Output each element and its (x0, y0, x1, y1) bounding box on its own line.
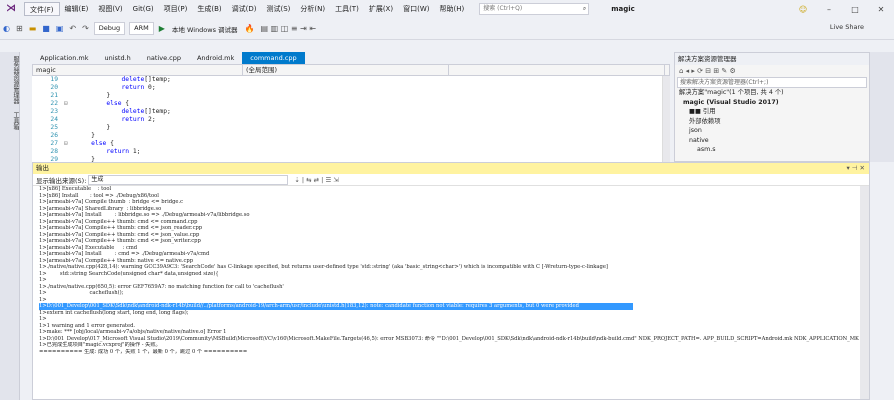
code-line: 25 } (50, 124, 111, 131)
output-pane: 输出 ▾ ⊣ ✕ 显示输出来源(S): 生成 ⇣ | ⇆ ⇄ | ☰ ⇲ 1>[x… (32, 162, 870, 400)
output-line: ========== 生成: 成功 0 个，失败 1 个，最新 0 个，跳过 0… (39, 348, 248, 355)
search-input[interactable]: 搜索 (Ctrl+Q) ⌕ (479, 3, 590, 15)
output-toolbar: 显示输出来源(S): 生成 ⇣ | ⇆ ⇄ | ☰ ⇲ (33, 174, 869, 186)
save-all-icon[interactable]: ▣ (53, 24, 67, 33)
menu-help[interactable]: 帮助(H) (434, 2, 469, 16)
menu-project[interactable]: 项目(P) (159, 2, 193, 16)
search-icon: ⌕ (582, 5, 587, 12)
toolbar: ◐ ⊞ ▬ ■ ▣ ↶ ↷ Debug ARM ▶ 本地 Windows 调试器… (0, 18, 894, 40)
redo-icon[interactable]: ↷ (79, 24, 92, 33)
menu-extensions[interactable]: 扩展(X) (364, 2, 398, 16)
toolbar-icon-group[interactable]: ▤ ▥ ◫ ≡ ⇥ ⇤ (258, 24, 320, 33)
save-icon[interactable]: ■ (39, 24, 53, 33)
menu-tools[interactable]: 工具(T) (330, 2, 364, 16)
tree-item-json[interactable]: json (675, 126, 869, 136)
server-explorer-tab[interactable]: 服务器资源管理器 (0, 52, 20, 108)
menu-build[interactable]: 生成(B) (192, 2, 226, 16)
configuration-select[interactable]: Debug (93, 22, 126, 35)
toolbox-tab[interactable]: 工具箱 (0, 108, 20, 134)
output-toolbar-icons[interactable]: ⇣ | ⇆ ⇄ | ☰ ⇲ (288, 176, 338, 184)
live-share-button[interactable]: Live Share (830, 23, 864, 31)
window-controls: ☺ – □ ✕ (790, 0, 894, 18)
code-editor[interactable]: 19 delete[]temp; 20 return 0; 21 } 22 ⊟ e… (32, 76, 662, 162)
close-button[interactable]: ✕ (868, 5, 894, 14)
maximize-button[interactable]: □ (842, 5, 868, 14)
menu-analyze[interactable]: 分析(N) (295, 2, 330, 16)
tree-item-solution[interactable]: 解决方案"magic"(1 个项目, 共 4 个) (675, 88, 869, 98)
code-line: 22 ⊟ else { (50, 100, 130, 107)
output-title: 输出 ▾ ⊣ ✕ (33, 163, 869, 174)
tab-android-mk[interactable]: Android.mk (189, 52, 242, 64)
solution-explorer-title: 解决方案资源管理器 (675, 53, 869, 65)
code-line: 23 delete[]temp; (50, 108, 171, 115)
output-source-select[interactable]: 生成 (88, 174, 289, 185)
editor-navigation-bar: magic (全局范围) (32, 64, 670, 76)
start-debugging-icon[interactable]: ▶ (156, 24, 168, 33)
visual-studio-logo-icon: ⋊ (6, 3, 16, 14)
tab-command-cpp[interactable]: command.cpp (242, 52, 305, 64)
menu-git[interactable]: Git(G) (128, 2, 159, 16)
menu-file[interactable]: 文件(F) (24, 2, 60, 16)
project-dropdown[interactable]: magic (33, 65, 243, 75)
output-source-label: 显示输出来源(S): (36, 176, 87, 185)
undo-icon[interactable]: ↶ (66, 24, 79, 33)
solution-name: magic (611, 5, 635, 13)
member-dropdown[interactable] (449, 65, 665, 75)
menu-edit[interactable]: 编辑(E) (60, 2, 94, 16)
minimize-button[interactable]: – (816, 5, 842, 14)
code-line: 20 return 0; (50, 84, 156, 91)
new-project-icon[interactable]: ⊞ (13, 24, 26, 33)
menu-view[interactable]: 视图(V) (93, 2, 127, 16)
code-line: 26 } (50, 132, 95, 139)
editor-scrollbar[interactable] (662, 76, 670, 162)
tree-item-references[interactable]: ■■ 引用 (675, 107, 869, 117)
right-tool-strip (870, 52, 894, 162)
menu-test[interactable]: 测试(S) (261, 2, 295, 16)
tree-item-project[interactable]: magic (Visual Studio 2017) (675, 98, 869, 108)
code-line: 24 return 2; (50, 116, 156, 123)
back-icon[interactable]: ◐ (0, 24, 13, 33)
tab-unistd-h[interactable]: unistd.h (96, 52, 138, 64)
menu-bar: ⋊ 文件(F) 编辑(E) 视图(V) Git(G) 项目(P) 生成(B) 调… (0, 0, 894, 18)
menu-window[interactable]: 窗口(W) (398, 2, 434, 16)
editor-tabs: Application.mk unistd.h native.cpp Andro… (32, 52, 662, 64)
code-line: 19 delete[]temp; (50, 76, 171, 83)
solution-explorer-toolbar[interactable]: ⌂ ◂ ▸ ⟳ ⊟ ⊞ ✎ ⚙ (675, 65, 869, 77)
scope-dropdown[interactable]: (全局范围) (243, 65, 449, 75)
output-line: 1>D:\001_Develop\017_Microsoft Visual St… (39, 335, 859, 342)
tree-item-external-deps[interactable]: 外部依赖项 (675, 117, 869, 127)
solution-search-input[interactable]: 搜索解决方案资源管理器(Ctrl+;) (677, 77, 867, 88)
code-line: 28 return 1; (50, 148, 141, 155)
feedback-icon[interactable]: ☺ (790, 5, 816, 14)
tab-application-mk[interactable]: Application.mk (32, 52, 96, 64)
solution-explorer: 解决方案资源管理器 ⌂ ◂ ▸ ⟳ ⊟ ⊞ ✎ ⚙ 搜索解决方案资源管理器(Ct… (674, 52, 870, 162)
output-scrollbar[interactable] (860, 186, 869, 399)
tree-item-native[interactable]: native (675, 136, 869, 146)
tree-item-asm-s[interactable]: asm.s (675, 145, 869, 155)
output-line-selected: 1>D:\001_Develop\001_SDK\Sdk\ndk\android… (39, 303, 633, 310)
code-line: 21 } (50, 92, 111, 99)
left-tool-strip: 服务器资源管理器 工具箱 (0, 52, 20, 400)
open-file-icon[interactable]: ▬ (26, 24, 40, 33)
output-log[interactable]: 1>[x86] Executable : tool 1>[x86] Install… (39, 186, 859, 398)
platform-select[interactable]: ARM (129, 22, 154, 35)
code-line: 27 ⊟ else { (50, 140, 114, 147)
menu-debug[interactable]: 调试(D) (227, 2, 262, 16)
output-pane-controls[interactable]: ▾ ⊣ ✕ (846, 163, 865, 174)
tab-native-cpp[interactable]: native.cpp (139, 52, 189, 64)
local-windows-debugger-button[interactable]: 本地 Windows 调试器 (168, 24, 242, 34)
hot-reload-icon[interactable]: 🔥 (242, 24, 258, 33)
